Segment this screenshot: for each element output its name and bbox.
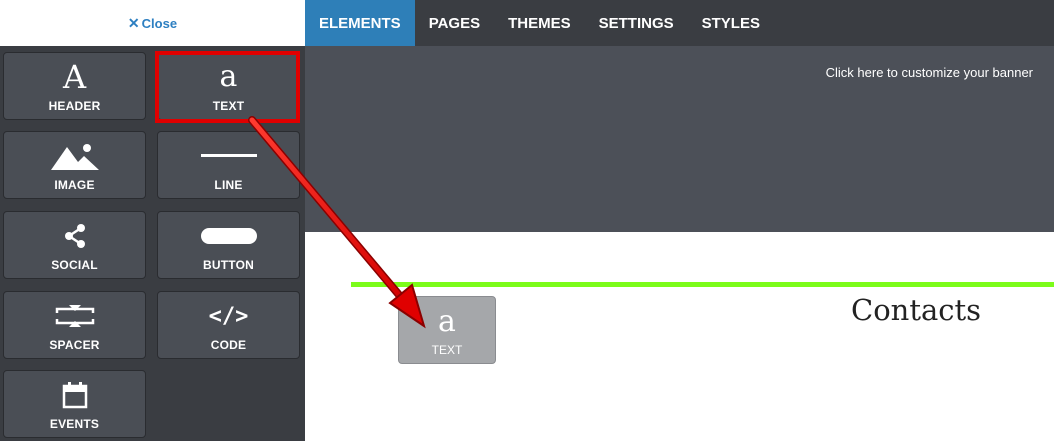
close-label: Close (141, 15, 178, 31)
element-label: TEXT (212, 99, 245, 113)
divider-line (351, 282, 1054, 287)
banner[interactable]: Click here to customize your banner (305, 46, 1054, 232)
line-icon (200, 138, 257, 174)
page-heading[interactable]: Contacts (851, 293, 981, 327)
element-button[interactable]: BUTTON (157, 211, 300, 279)
text-a-icon: a (219, 59, 238, 94)
tab-themes[interactable]: THEMES (494, 0, 585, 46)
element-spacer[interactable]: SPACER (3, 291, 146, 359)
header-a-icon: A (62, 58, 87, 96)
element-label: SOCIAL (51, 258, 98, 272)
element-label: BUTTON (203, 258, 254, 272)
share-icon (62, 218, 88, 254)
text-a-icon: a (438, 304, 456, 339)
button-icon (200, 218, 257, 254)
element-social[interactable]: SOCIAL (3, 211, 146, 279)
element-label: LINE (214, 178, 243, 192)
element-events[interactable]: EVENTS (3, 370, 146, 438)
tab-styles[interactable]: STYLES (688, 0, 774, 46)
element-image[interactable]: IMAGE (3, 131, 146, 199)
elements-panel: A HEADER a TEXT IMAGE LINE SOCIAL BUTTON… (0, 46, 305, 441)
element-label: CODE (210, 338, 247, 352)
element-label: SPACER (49, 338, 100, 352)
banner-customize-text[interactable]: Click here to customize your banner (826, 65, 1033, 80)
element-label: EVENTS (49, 417, 100, 431)
tab-pages[interactable]: PAGES (415, 0, 494, 46)
code-icon: </> (208, 303, 249, 329)
element-label: HEADER (48, 99, 101, 113)
element-line[interactable]: LINE (157, 131, 300, 199)
tab-elements[interactable]: ELEMENTS (305, 0, 415, 46)
element-header[interactable]: A HEADER (3, 52, 146, 120)
drag-preview-text[interactable]: a TEXT (398, 296, 496, 364)
top-nav: ELEMENTS PAGES THEMES SETTINGS STYLES (305, 0, 1054, 46)
element-code[interactable]: </> CODE (157, 291, 300, 359)
tab-settings[interactable]: SETTINGS (585, 0, 688, 46)
image-icon (50, 138, 99, 174)
close-button[interactable]: ✕ Close (0, 0, 305, 46)
calendar-icon (62, 377, 88, 413)
drag-preview-label: TEXT (431, 343, 463, 357)
spacer-icon (54, 298, 95, 334)
element-label: IMAGE (54, 178, 95, 192)
element-text[interactable]: a TEXT (157, 52, 300, 120)
close-icon: ✕ (127, 14, 140, 31)
